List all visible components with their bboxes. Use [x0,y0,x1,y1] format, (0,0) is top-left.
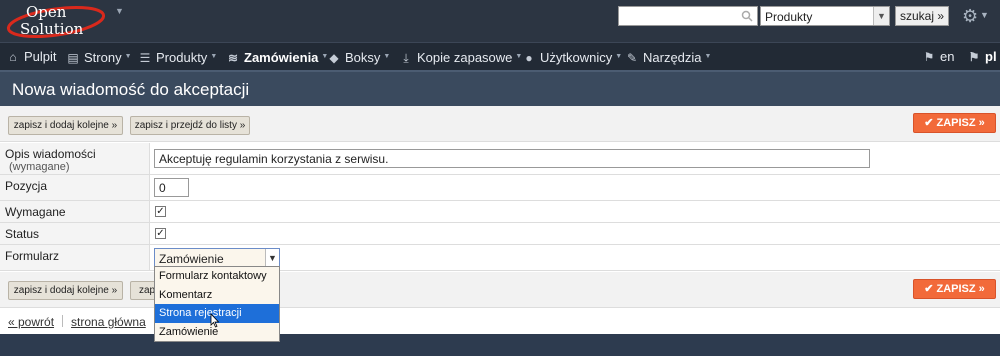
bottom-toolbar: zapisz i dodaj kolejne » zapis ✔ ZAPISZ … [0,272,1000,308]
form-content: zapisz i dodaj kolejne » zapisz i przejd… [0,106,1000,334]
check-icon: ✔ [924,283,937,295]
check-icon: ✔ [924,117,937,129]
page-bottom-bar [0,334,1000,356]
top-toolbar: zapisz i dodaj kolejne » zapisz i przejd… [0,106,1000,142]
opis-input[interactable]: Akceptuję regulamin korzystania z serwis… [154,149,870,168]
footer-links: « powrót strona główna [0,310,1000,334]
formularz-options-list: Formularz kontaktowy Komentarz Strona re… [154,266,280,342]
formularz-select[interactable]: Zamówienie ▼ [154,248,280,268]
row-opis: Opis wiadomości (wymagane) Akceptuję reg… [0,143,1000,175]
nav-label: Zamówienia [244,50,319,65]
nav-label: Użytkownicy [540,50,613,65]
save-button-bottom[interactable]: ✔ ZAPISZ » [913,279,996,299]
divider [62,315,64,327]
flag-icon: ⚑ [923,50,935,64]
nav-item-uzytkownicy[interactable]: ● Użytkownicy ▼ [522,43,622,71]
svg-text:Open: Open [26,3,67,21]
row-status: Status ✓ [0,223,1000,245]
row-pozycja: Pozycja 0 [0,175,1000,201]
nav-item-strony[interactable]: ▤ Strony ▼ [66,43,132,71]
save-button[interactable]: ✔ ZAPISZ » [913,113,996,133]
search-icon [741,10,753,22]
lang-en[interactable]: ⚑ en [922,43,955,71]
box-icon: ◆ [329,51,339,65]
nav-label: Boksy [345,50,381,65]
nav-label: Produkty [156,50,208,65]
nav-item-zamowienia[interactable]: ≋ Zamówienia ▼ [226,43,328,71]
caret-down-icon: ▼ [704,53,712,60]
user-icon: ● [525,51,533,65]
save-label: ZAPISZ » [936,117,985,129]
flag-icon: ⚑ [968,50,980,64]
row-wymagane: Wymagane ✓ [0,201,1000,223]
caret-down-icon: ▼ [383,53,391,60]
search-scope-select[interactable]: Produkty ▼ [760,6,890,26]
wrench-icon: ✎ [626,51,638,65]
nav-label: Kopie zapasowe [417,50,513,65]
nav-item-kopie-zapasowe[interactable]: ⤓ Kopie zapasowe ▼ [399,43,522,71]
home-icon: ⌂ [9,50,17,64]
back-link[interactable]: « powrót [8,315,54,329]
wymagane-label: Wymagane [0,201,150,222]
status-checkbox[interactable]: ✓ [155,228,166,239]
mouse-cursor-icon [210,313,220,328]
settings-gear-icon[interactable]: ⚙ ▼ [962,6,992,26]
lang-label: en [940,49,955,64]
list-icon: ☰ [139,51,151,65]
pozycja-input[interactable]: 0 [154,178,189,197]
main-nav: ⌂ Pulpit ▤ Strony ▼ ☰ Produkty ▼ ≋ Zamówienia ▼… [0,42,1000,70]
required-hint: (wymagane) [9,161,70,173]
caret-down-icon: ▼ [210,53,218,60]
open-solution-logo[interactable]: Open Solution [4,2,116,40]
page-title: Nowa wiadomość do akceptacji [0,70,1000,106]
nav-label: Strony [84,50,122,65]
nav-label: Pulpit [24,49,57,64]
save-and-add-button[interactable]: zapisz i dodaj kolejne » [8,116,123,135]
search-input[interactable] [618,6,758,26]
wymagane-checkbox[interactable]: ✓ [155,206,166,217]
opis-label-text: Opis wiadomości [5,147,96,161]
opis-label: Opis wiadomości (wymagane) [0,143,150,174]
save-label: ZAPISZ » [936,283,985,295]
row-formularz: Formularz Zamówienie ▼ [0,245,1000,271]
caret-down-icon: ▼ [615,53,623,60]
caret-down-icon: ▼ [124,53,132,60]
lang-label: pl [985,49,997,64]
formularz-label: Formularz [0,245,150,270]
logo-dropdown-icon[interactable]: ▼ [115,6,124,16]
formularz-selected-value: Zamówienie [159,252,224,266]
chevron-down-icon: ▼ [873,7,889,25]
status-label: Status [0,223,150,244]
chevron-down-icon: ▼ [265,249,279,267]
option-komentarz[interactable]: Komentarz [155,286,279,305]
save-and-add-button-bottom[interactable]: zapisz i dodaj kolejne » [8,281,123,300]
top-bar: Open Solution ▼ Produkty ▼ szukaj » ⚙ ▼ [0,0,1000,42]
download-icon: ⤓ [403,51,409,65]
nav-label: Narzędzia [643,50,702,65]
home-link[interactable]: strona główna [71,315,146,329]
lang-pl[interactable]: ⚑ pl [967,43,997,71]
option-formularz-kontaktowy[interactable]: Formularz kontaktowy [155,267,279,286]
nav-item-boksy[interactable]: ◆ Boksy ▼ [327,43,390,71]
document-icon: ▤ [67,51,79,65]
svg-text:Solution: Solution [20,20,84,38]
save-and-list-button[interactable]: zapisz i przejdź do listy » [130,116,250,135]
search-button[interactable]: szukaj » [895,6,949,26]
orders-icon: ≋ [227,51,239,65]
search-scope-value: Produkty [765,10,813,24]
pozycja-label: Pozycja [0,175,150,200]
nav-item-pulpit[interactable]: ⌂ Pulpit [6,43,57,71]
nav-item-produkty[interactable]: ☰ Produkty ▼ [138,43,218,71]
nav-item-narzedzia[interactable]: ✎ Narzędzia ▼ [625,43,712,71]
